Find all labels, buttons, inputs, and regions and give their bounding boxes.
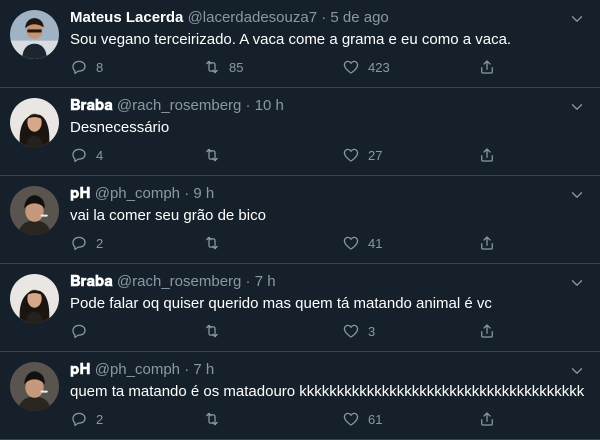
caret-down-icon[interactable] xyxy=(568,274,586,292)
like-icon xyxy=(343,236,359,250)
retweet-count: 85 xyxy=(229,59,244,75)
reply-button[interactable]: 8 xyxy=(70,56,103,78)
reply-icon xyxy=(72,148,86,163)
retweet-button[interactable] xyxy=(203,408,229,430)
avatar[interactable] xyxy=(10,186,59,235)
share-button[interactable] xyxy=(478,408,496,430)
share-icon xyxy=(481,324,493,338)
avatar[interactable] xyxy=(10,274,59,323)
caret-down-icon[interactable] xyxy=(568,98,586,116)
caret-down-icon[interactable] xyxy=(568,362,586,380)
display-name[interactable]: 𝐩𝐇 xyxy=(70,361,91,378)
like-count: 423 xyxy=(368,59,390,75)
share-button[interactable] xyxy=(478,320,496,342)
timestamp[interactable]: · 7 h xyxy=(184,361,214,378)
avatar[interactable] xyxy=(10,362,59,411)
like-icon xyxy=(343,412,359,426)
retweet-button[interactable] xyxy=(203,320,229,342)
timestamp[interactable]: · 7 h xyxy=(246,273,276,290)
user-handle[interactable]: @ph_comph xyxy=(95,185,180,202)
display-name[interactable]: 𝐁𝐫𝐚𝐛𝐚 xyxy=(70,97,113,114)
tweet-text: quem ta matando é os matadouro kkkkkkkkk… xyxy=(70,383,585,400)
reply-count: 2 xyxy=(96,411,104,427)
reply-count: 4 xyxy=(96,147,104,163)
share-button[interactable] xyxy=(478,56,496,78)
display-name[interactable]: 𝐁𝐫𝐚𝐛𝐚 xyxy=(70,273,113,290)
share-icon xyxy=(481,60,493,74)
share-button[interactable] xyxy=(478,232,496,254)
retweet-icon xyxy=(206,148,218,162)
share-button[interactable] xyxy=(478,144,496,166)
tweet-text: Desnecessário xyxy=(70,119,170,136)
tweet-header: 𝐩𝐇 @ph_comph · 7 h xyxy=(70,360,560,380)
caret-down-icon[interactable] xyxy=(568,10,586,28)
avatar[interactable] xyxy=(10,10,59,59)
user-handle[interactable]: @rach_rosemberg xyxy=(117,97,241,114)
tweet-actions: 4 27 xyxy=(70,144,570,166)
tweet-actions: 2 61 xyxy=(70,408,570,430)
reply-button[interactable]: 2 xyxy=(70,408,103,430)
reply-button[interactable]: 4 xyxy=(70,144,103,166)
tweet-actions: 3 xyxy=(70,320,570,342)
share-icon xyxy=(481,412,493,426)
tweet-header: 𝐁𝐫𝐚𝐛𝐚 @rach_rosemberg · 10 h xyxy=(70,96,560,116)
reply-count: 2 xyxy=(96,235,104,251)
user-handle[interactable]: @lacerdadesouza7 xyxy=(188,9,317,26)
retweet-button[interactable] xyxy=(203,144,229,166)
tweet[interactable]: 𝐁𝐫𝐚𝐛𝐚 @rach_rosemberg · 7 h Pode falar o… xyxy=(0,264,600,352)
user-handle[interactable]: @ph_comph xyxy=(95,361,180,378)
like-count: 61 xyxy=(368,411,383,427)
reply-count: 8 xyxy=(96,59,104,75)
tweet-header: Mateus Lacerda @lacerdadesouza7 · 5 de a… xyxy=(70,8,560,28)
tweet[interactable]: 𝐁𝐫𝐚𝐛𝐚 @rach_rosemberg · 10 h Desnecessár… xyxy=(0,88,600,176)
like-count: 41 xyxy=(368,235,383,251)
reply-icon xyxy=(72,236,86,251)
like-icon xyxy=(343,324,359,338)
caret-down-icon[interactable] xyxy=(568,186,586,204)
reply-icon xyxy=(72,324,86,339)
like-icon xyxy=(343,60,359,74)
like-button[interactable]: 41 xyxy=(342,232,382,254)
like-button[interactable]: 61 xyxy=(342,408,382,430)
tweet-thread: Mateus Lacerda @lacerdadesouza7 · 5 de a… xyxy=(0,0,600,440)
like-button[interactable]: 27 xyxy=(342,144,382,166)
tweet[interactable]: Mateus Lacerda @lacerdadesouza7 · 5 de a… xyxy=(0,0,600,88)
tweet-header: 𝐩𝐇 @ph_comph · 9 h xyxy=(70,184,560,204)
share-icon xyxy=(481,148,493,162)
reply-icon xyxy=(72,60,86,75)
like-button[interactable]: 423 xyxy=(342,56,390,78)
user-handle[interactable]: @rach_rosemberg xyxy=(117,273,241,290)
tweet-actions: 8 85 423 xyxy=(70,56,570,78)
share-icon xyxy=(481,236,493,250)
avatar[interactable] xyxy=(10,98,59,147)
reply-button[interactable]: 2 xyxy=(70,232,103,254)
tweet[interactable]: 𝐩𝐇 @ph_comph · 7 h quem ta matando é os … xyxy=(0,352,600,440)
tweet[interactable]: 𝐩𝐇 @ph_comph · 9 h vai la comer seu grão… xyxy=(0,176,600,264)
retweet-button[interactable] xyxy=(203,232,229,254)
retweet-icon xyxy=(206,412,218,426)
retweet-icon xyxy=(206,324,218,338)
tweet-text: vai la comer seu grão de bico xyxy=(70,207,266,224)
tweet-text: Pode falar oq quiser querido mas quem tá… xyxy=(70,295,492,312)
display-name[interactable]: 𝐩𝐇 xyxy=(70,185,91,202)
like-count: 27 xyxy=(368,147,383,163)
retweet-icon xyxy=(206,236,218,250)
timestamp[interactable]: · 9 h xyxy=(184,185,214,202)
timestamp[interactable]: · 10 h xyxy=(246,97,284,114)
reply-icon xyxy=(72,412,86,427)
retweet-button[interactable]: 85 xyxy=(203,56,243,78)
tweet-text: Sou vegano terceirizado. A vaca come a g… xyxy=(70,31,512,48)
retweet-icon xyxy=(206,60,218,74)
timestamp[interactable]: · 5 de ago xyxy=(321,9,389,26)
like-count: 3 xyxy=(368,323,376,339)
reply-button[interactable] xyxy=(70,320,96,342)
display-name[interactable]: Mateus Lacerda xyxy=(70,9,183,26)
like-button[interactable]: 3 xyxy=(342,320,375,342)
tweet-header: 𝐁𝐫𝐚𝐛𝐚 @rach_rosemberg · 7 h xyxy=(70,272,560,292)
like-icon xyxy=(343,148,359,162)
tweet-actions: 2 41 xyxy=(70,232,570,254)
